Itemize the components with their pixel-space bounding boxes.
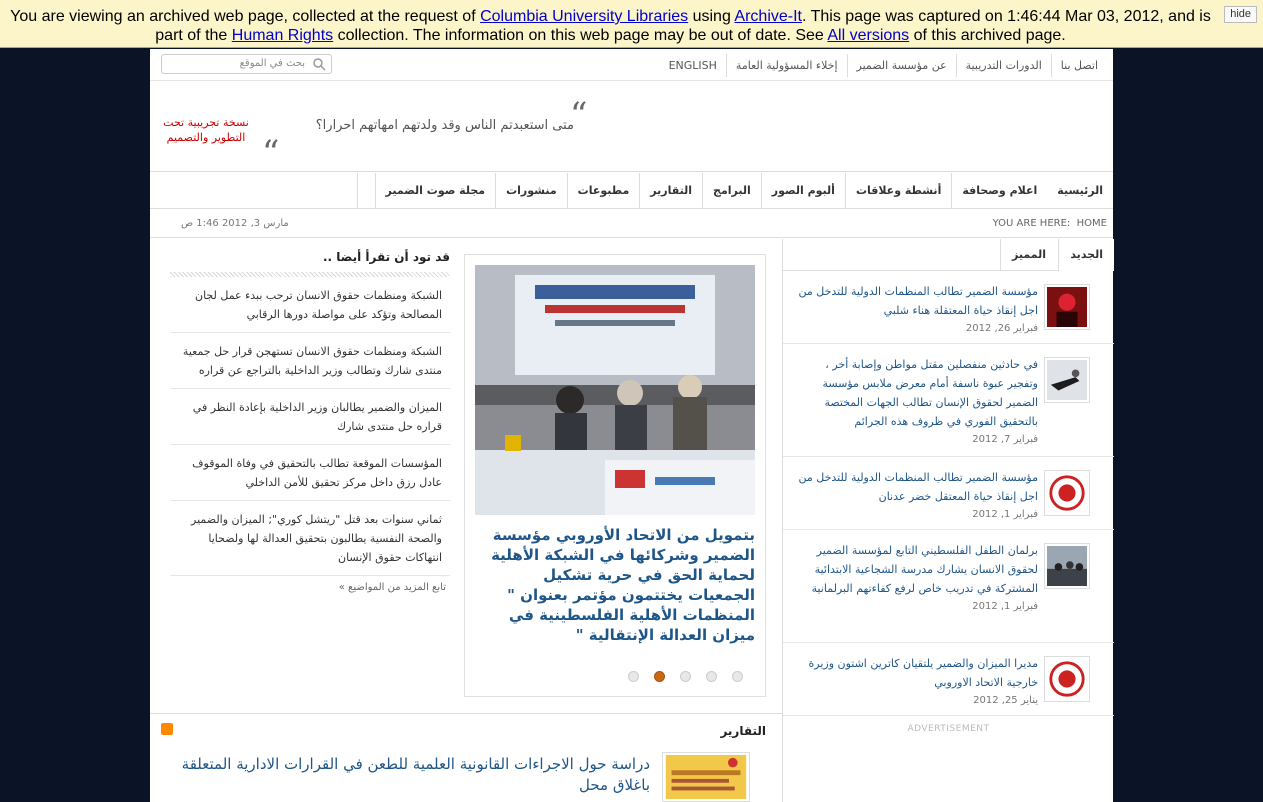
top-bar: بحث في الموقع ENGLISH إخلاء المسؤولية ال… (150, 49, 1113, 81)
news-text: مؤسسة الضمير تطالب المنظمات الدولية للتد… (793, 282, 1039, 338)
news-text: مؤسسة الضمير تطالب المنظمات الدولية للتد… (793, 468, 1039, 524)
beta-notice: نسخة تجريبية تحت التطوير والتصميم (163, 116, 249, 144)
slide-image[interactable] (475, 265, 755, 515)
nav-item-publications[interactable]: منشورات (495, 173, 567, 208)
advertisement-label: ADVERTISEMENT (907, 724, 990, 734)
all-versions-link[interactable]: All versions (827, 27, 909, 44)
news-date: فبراير 1, 2012 (972, 509, 1038, 520)
related-title: قد تود أن تقرأ أيضا .. (322, 250, 450, 264)
nav-item-reports[interactable]: التقارير (639, 173, 702, 208)
nav-item-programs[interactable]: البرامج (702, 173, 761, 208)
top-nav: ENGLISH إخلاء المسؤولية العامة عن مؤسسة … (660, 54, 1107, 77)
columbia-link[interactable]: Columbia University Libraries (480, 8, 688, 25)
slider-pagination (628, 671, 758, 682)
header-quote: متى استعبدتم الناس وقد ولدتهم امهاتهم اح… (315, 118, 574, 133)
slide-caption[interactable]: بتمويل من الاتحاد الأوروبي مؤسسة الضمير … (475, 525, 755, 645)
rss-icon[interactable] (161, 723, 173, 735)
news-tabs: الجديد المميز (783, 239, 1114, 271)
slider-dot[interactable] (706, 671, 717, 682)
search-input[interactable]: بحث في الموقع (161, 54, 332, 74)
archive-text-5: of this archived page. (909, 27, 1066, 44)
related-item[interactable]: الشبكة ومنظمات حقوق الانسان تستهجن قرار … (170, 333, 450, 389)
news-title[interactable]: مؤسسة الضمير تطالب المنظمات الدولية للتد… (799, 285, 1039, 317)
tab-latest[interactable]: الجديد (1058, 239, 1114, 271)
nav-item-magazine[interactable]: مجلة صوت الضمير (374, 173, 496, 208)
nav-item-home[interactable]: الرئيسية (1047, 173, 1113, 208)
topnav-english[interactable]: ENGLISH (660, 54, 726, 77)
news-thumbnail[interactable] (1044, 470, 1090, 516)
news-title[interactable]: برلمان الطفل الفلسطيني التابع لمؤسسة الض… (812, 544, 1038, 595)
reports-title: التقارير (720, 724, 766, 738)
related-item[interactable]: ثماني سنوات بعد قتل "ريتشل كوري"; الميزا… (170, 501, 450, 576)
news-date: فبراير 1, 2012 (972, 601, 1038, 612)
human-rights-link[interactable]: Human Rights (232, 27, 333, 44)
news-date: فبراير 7, 2012 (972, 434, 1038, 445)
tab-featured[interactable]: المميز (1000, 239, 1057, 271)
news-text: مديرا الميزان والضمير يلتقيان كاترين اشت… (793, 654, 1039, 710)
news-item[interactable]: مؤسسة الضمير تطالب المنظمات الدولية للتد… (783, 272, 1114, 344)
related-item[interactable]: المؤسسات الموقعة تطالب بالتحقيق في وفاة … (170, 445, 450, 501)
breadcrumb-label: YOU ARE HERE: (992, 218, 1071, 229)
featured-slider: بتمويل من الاتحاد الأوروبي مؤسسة الضمير … (464, 254, 766, 697)
news-thumbnail[interactable] (1044, 656, 1090, 702)
slider-dot[interactable] (628, 671, 639, 682)
news-item[interactable]: في حادثين منفصلين مقتل مواطن وإصابة أخر … (783, 345, 1114, 457)
topnav-disclaimer[interactable]: إخلاء المسؤولية العامة (725, 54, 847, 77)
page-container: بحث في الموقع ENGLISH إخلاء المسؤولية ال… (150, 49, 1114, 802)
slider-dot[interactable] (680, 671, 691, 682)
news-thumbnail[interactable] (1044, 357, 1090, 403)
topnav-contact[interactable]: اتصل بنا (1050, 54, 1107, 77)
main-content: قد تود أن تقرأ أيضا .. الشبكة ومنظمات حق… (150, 239, 782, 802)
report-thumbnail[interactable] (662, 752, 750, 802)
news-thumbnail[interactable] (1044, 284, 1090, 330)
nav-item-prints[interactable]: مطبوعات (566, 173, 640, 208)
archive-text-1: You are viewing an archived web page, co… (10, 8, 481, 25)
topnav-training[interactable]: الدورات التدريبية (955, 54, 1051, 77)
archive-text-2: using (688, 8, 735, 25)
more-topics-link[interactable]: تابع المزيد من المواضيع » (170, 576, 450, 599)
nav-item-media[interactable]: اعلام وصحافة (951, 173, 1047, 208)
topnav-about[interactable]: عن مؤسسة الضمير (846, 54, 956, 77)
archive-it-link[interactable]: Archive-It (734, 8, 802, 25)
news-item[interactable]: مديرا الميزان والضمير يلتقيان كاترين اشت… (783, 644, 1114, 716)
archive-text-4: collection. The information on this web … (333, 27, 828, 44)
close-quote-icon: “ (262, 133, 280, 173)
archive-banner: You are viewing an archived web page, co… (0, 0, 1263, 48)
hide-button[interactable]: hide (1224, 6, 1257, 23)
breadcrumb-trail: YOU ARE HERE: HOME (993, 218, 1107, 229)
breadcrumb: YOU ARE HERE: HOME مارس 3, 2012 1:46 ص (150, 210, 1113, 238)
slider-dot[interactable] (654, 671, 665, 682)
nav-item-activities[interactable]: أنشطة وعلاقات (844, 173, 951, 208)
news-sidebar: الجديد المميز مؤسسة الضمير تطالب المنظما… (782, 239, 1114, 802)
reports-section: التقارير دراسة حول الاجراءات القانونية ا… (150, 713, 782, 802)
nav-item-gallery[interactable]: ألبوم الصور (760, 173, 845, 208)
report-link[interactable]: دراسة حول الاجراءات القانونية العلمية لل… (170, 754, 650, 796)
news-thumbnail[interactable] (1044, 543, 1090, 589)
news-date: يناير 25, 2012 (973, 695, 1038, 706)
nav-spacer (150, 173, 358, 209)
news-text: في حادثين منفصلين مقتل مواطن وإصابة أخر … (793, 355, 1038, 449)
related-articles: قد تود أن تقرأ أيضا .. الشبكة ومنظمات حق… (170, 239, 450, 599)
news-date: فبراير 26, 2012 (965, 323, 1038, 334)
breadcrumb-home[interactable]: HOME (1077, 218, 1107, 229)
news-title[interactable]: مديرا الميزان والضمير يلتقيان كاترين اشت… (809, 657, 1039, 689)
slider-dot[interactable] (732, 671, 743, 682)
related-item[interactable]: الشبكة ومنظمات حقوق الانسان ترحب ببدء عم… (170, 277, 450, 333)
search-icon[interactable] (312, 57, 326, 71)
news-item[interactable]: برلمان الطفل الفلسطيني التابع لمؤسسة الض… (783, 531, 1114, 643)
related-item[interactable]: الميزان والضمير يطالبان وزير الداخلية بإ… (170, 389, 450, 445)
main-nav: الرئيسية اعلام وصحافة أنشطة وعلاقات ألبو… (358, 173, 1113, 209)
news-title[interactable]: في حادثين منفصلين مقتل مواطن وإصابة أخر … (822, 358, 1038, 428)
news-title[interactable]: مؤسسة الضمير تطالب المنظمات الدولية للتد… (799, 471, 1039, 503)
search-placeholder: بحث في الموقع (239, 58, 305, 69)
current-date: مارس 3, 2012 1:46 ص (181, 218, 289, 229)
site-header: “ متى استعبدتم الناس وقد ولدتهم امهاتهم … (150, 82, 1113, 172)
news-item[interactable]: مؤسسة الضمير تطالب المنظمات الدولية للتد… (783, 458, 1114, 530)
news-text: برلمان الطفل الفلسطيني التابع لمؤسسة الض… (793, 541, 1038, 616)
